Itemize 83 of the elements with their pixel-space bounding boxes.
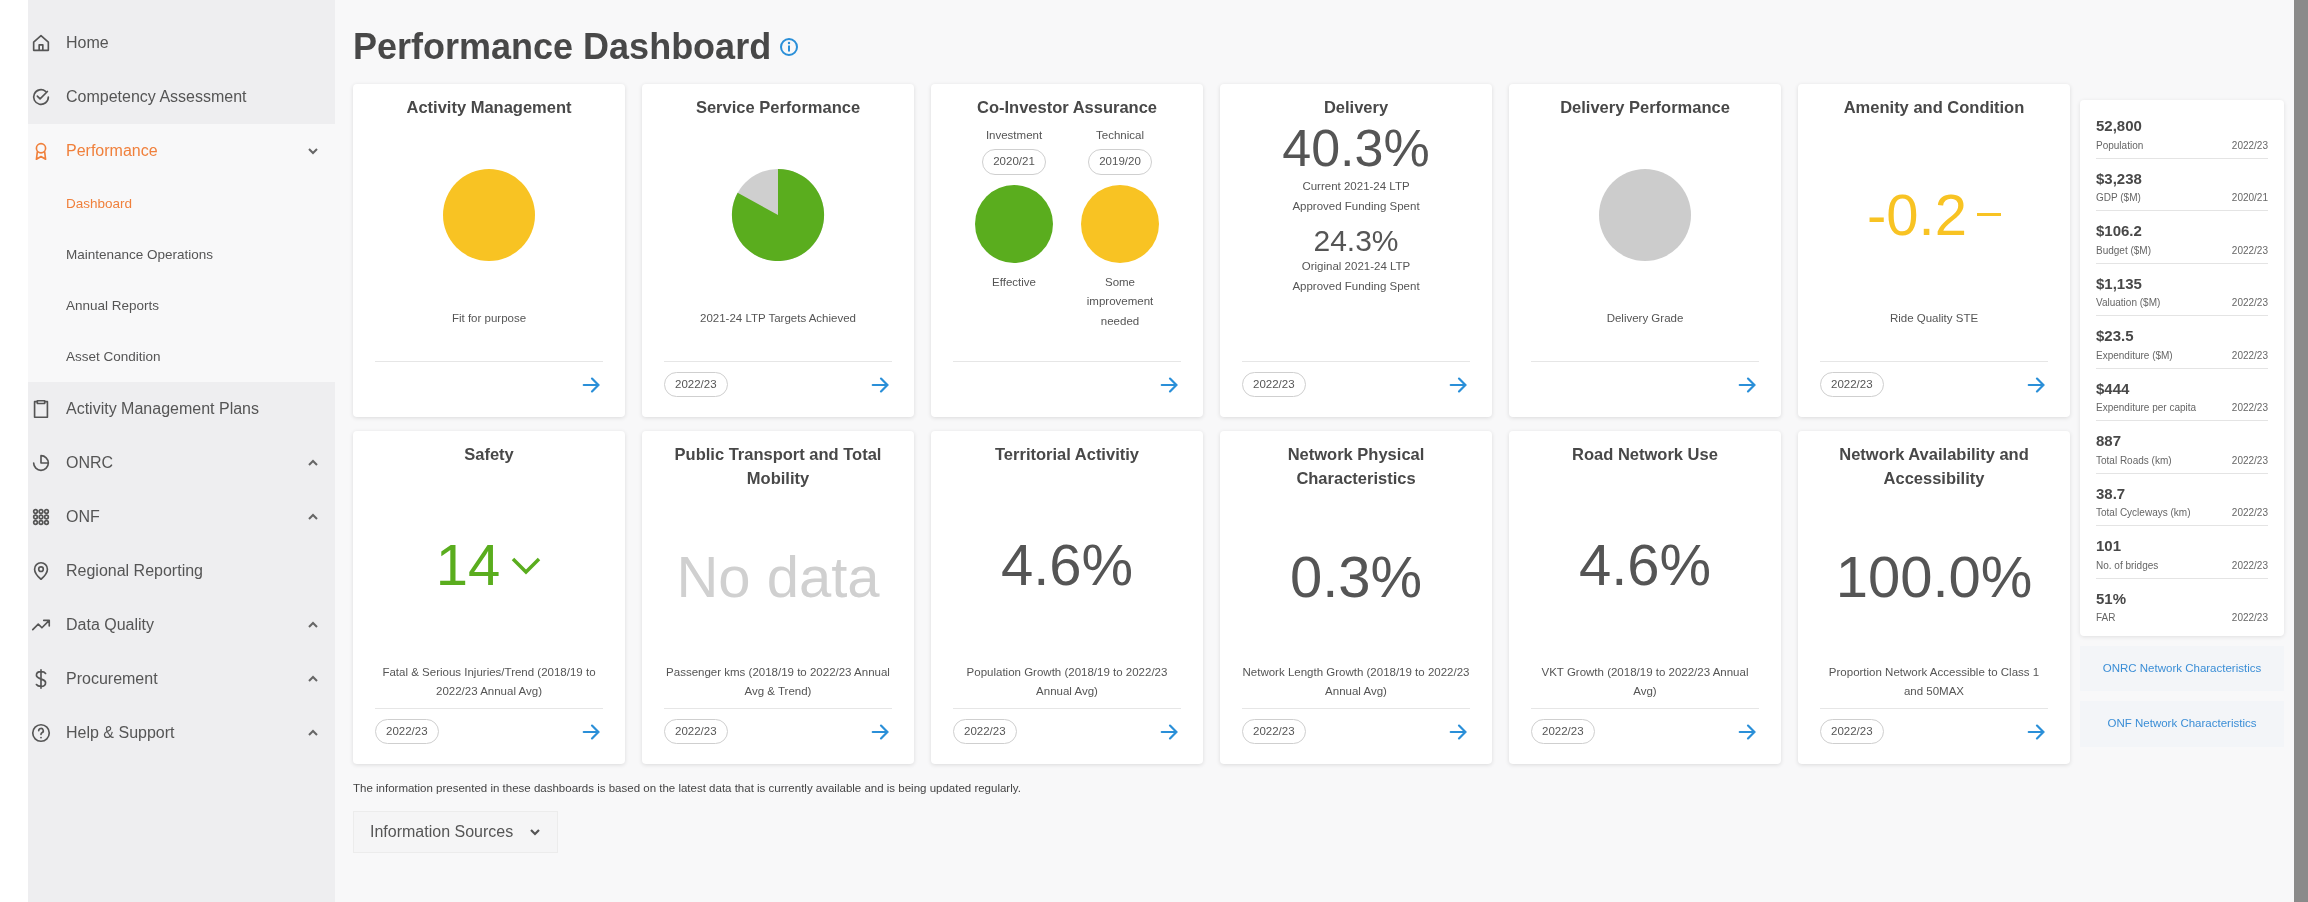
sidebar-item[interactable]: Regional Reporting bbox=[28, 544, 335, 598]
caption-text: Network Length Growth (2018/19 to 2022/23 Annual Avg) bbox=[1242, 664, 1470, 700]
card-title: Activity Management bbox=[405, 97, 573, 118]
sidebar-item[interactable]: Competency Assessment bbox=[28, 70, 335, 124]
caption-text: Passenger kms (2018/19 to 2022/23 Annual Avg & Trend) bbox=[665, 664, 891, 700]
stat-value: $444 bbox=[2096, 378, 2131, 399]
metric-value: 4.6% bbox=[1000, 535, 1134, 594]
caption-text: Original 2021-24 LTP Approved Funding Spent bbox=[1291, 259, 1421, 294]
stat-value: 101 bbox=[2096, 536, 2123, 556]
label-text: Investment bbox=[985, 127, 1043, 143]
card-title: Territorial Activitiy bbox=[994, 444, 1140, 465]
stat-year: 2022/23 bbox=[2231, 611, 2268, 625]
card-title: Delivery bbox=[1322, 97, 1390, 118]
stat-year: 2022/23 bbox=[2231, 138, 2268, 153]
network-link-button[interactable]: ONRC Network Characteristics bbox=[2080, 646, 2284, 692]
caption-text: Current 2021-24 LTP Approved Funding Spent bbox=[1291, 179, 1421, 214]
metric-value: 4.6% bbox=[1578, 535, 1712, 594]
sidebar-subitem[interactable]: Maintenance Operations bbox=[28, 229, 335, 280]
figure-value: 24.3% bbox=[1313, 224, 1399, 258]
sidebar-item[interactable]: Procurement bbox=[28, 652, 335, 706]
label-text: Technical bbox=[1096, 127, 1144, 143]
stat-label: Total Cycleways (km) bbox=[2096, 506, 2191, 520]
information-sources-button[interactable]: Information Sources bbox=[353, 811, 559, 854]
caption-text: Fit for purpose bbox=[451, 311, 527, 327]
caption-text: Some improvement needed bbox=[1085, 274, 1155, 329]
sidebar-subitem[interactable]: Asset Condition bbox=[28, 331, 335, 382]
sidebar-item[interactable]: Home bbox=[28, 16, 335, 70]
caption-text: Fatal & Serious Injuries/Trend (2018/19 to 2022/23 Annual Avg) bbox=[381, 664, 597, 700]
stat-year: 2022/23 bbox=[2231, 453, 2268, 468]
stat-label: GDP ($M) bbox=[2096, 191, 2141, 205]
stat-label: Expenditure per capita bbox=[2096, 401, 2197, 415]
caption-text: Ride Quality STE bbox=[1889, 311, 1979, 327]
metric-value: 100.0% bbox=[1835, 547, 2033, 606]
stat-value: $3,238 bbox=[2096, 168, 2143, 189]
stat-label: Population bbox=[2096, 138, 2144, 153]
stat-value: 887 bbox=[2096, 431, 2123, 451]
caption-text: Delivery Grade bbox=[1606, 311, 1684, 327]
card-title: Service Performance bbox=[694, 97, 862, 118]
info-note: The information presented in these dashboards is based on the latest data that is currently available and is being updated regularly. bbox=[353, 781, 1022, 796]
caption-text: VKT Growth (2018/19 to 2022/23 Annual Avg) bbox=[1540, 664, 1750, 700]
card-title: Network Availability and Accessibility bbox=[1838, 444, 2030, 489]
metric-value: 0.3% bbox=[1289, 547, 1423, 606]
metric-value: 14 bbox=[435, 535, 501, 594]
stat-label: Budget ($M) bbox=[2096, 243, 2152, 258]
stat-label: Valuation ($M) bbox=[2096, 296, 2161, 310]
sidebar-item[interactable]: Activity Management Plans bbox=[28, 382, 335, 436]
card-title: Co-Investor Assurance bbox=[976, 97, 1158, 118]
stat-value: $23.5 bbox=[2096, 326, 2135, 346]
stat-year: 2022/23 bbox=[2231, 243, 2268, 258]
stat-value: $1,135 bbox=[2096, 273, 2143, 294]
stat-value: 52,800 bbox=[2096, 116, 2143, 136]
stat-label: Expenditure ($M) bbox=[2096, 348, 2173, 363]
caption-text: Population Growth (2018/19 to 2022/23 Annual Avg) bbox=[965, 664, 1169, 700]
sidebar-subitem[interactable]: Annual Reports bbox=[28, 280, 335, 331]
stat-label: Total Roads (km) bbox=[2096, 453, 2172, 468]
sidebar-item[interactable]: ONRC bbox=[28, 436, 335, 490]
card-title: Road Network Use bbox=[1571, 444, 1719, 465]
stat-year: 2022/23 bbox=[2231, 401, 2268, 415]
stat-value: 38.7 bbox=[2096, 483, 2127, 504]
sidebar-item[interactable]: Help & Support bbox=[28, 706, 335, 760]
sidebar-item[interactable]: Data Quality bbox=[28, 598, 335, 652]
caption-text: Proportion Network Accessible to Class 1 and 50MAX bbox=[1827, 664, 2041, 700]
network-link-button[interactable]: ONF Network Characteristics bbox=[2080, 701, 2284, 747]
stat-year: 2022/23 bbox=[2231, 506, 2268, 520]
metric-value: -0.2 bbox=[1867, 185, 1967, 244]
stat-value: $106.2 bbox=[2096, 221, 2143, 241]
stat-year: 2022/23 bbox=[2231, 558, 2268, 573]
page-title: Performance Dashboard bbox=[353, 25, 772, 69]
card-title: Amenity and Condition bbox=[1842, 97, 2026, 118]
stat-value: 51% bbox=[2096, 588, 2128, 609]
caption-text: Effective bbox=[992, 274, 1036, 290]
caption-text: 2021-24 LTP Targets Achieved bbox=[700, 311, 856, 327]
stat-label: FAR bbox=[2096, 611, 2116, 625]
figure-value: 40.3% bbox=[1282, 119, 1430, 178]
stat-year: 2022/23 bbox=[2231, 296, 2268, 310]
card-title: Safety bbox=[463, 444, 515, 465]
card-title: Public Transport and Total Mobility bbox=[673, 444, 883, 489]
stat-label: No. of bridges bbox=[2096, 558, 2159, 573]
stat-year: 2022/23 bbox=[2231, 348, 2268, 363]
card-title: Network Physical Characteristics bbox=[1286, 444, 1426, 489]
sidebar-item[interactable]: ONF bbox=[28, 490, 335, 544]
card-title: Delivery Performance bbox=[1559, 97, 1731, 118]
stat-year: 2020/21 bbox=[2231, 191, 2268, 205]
